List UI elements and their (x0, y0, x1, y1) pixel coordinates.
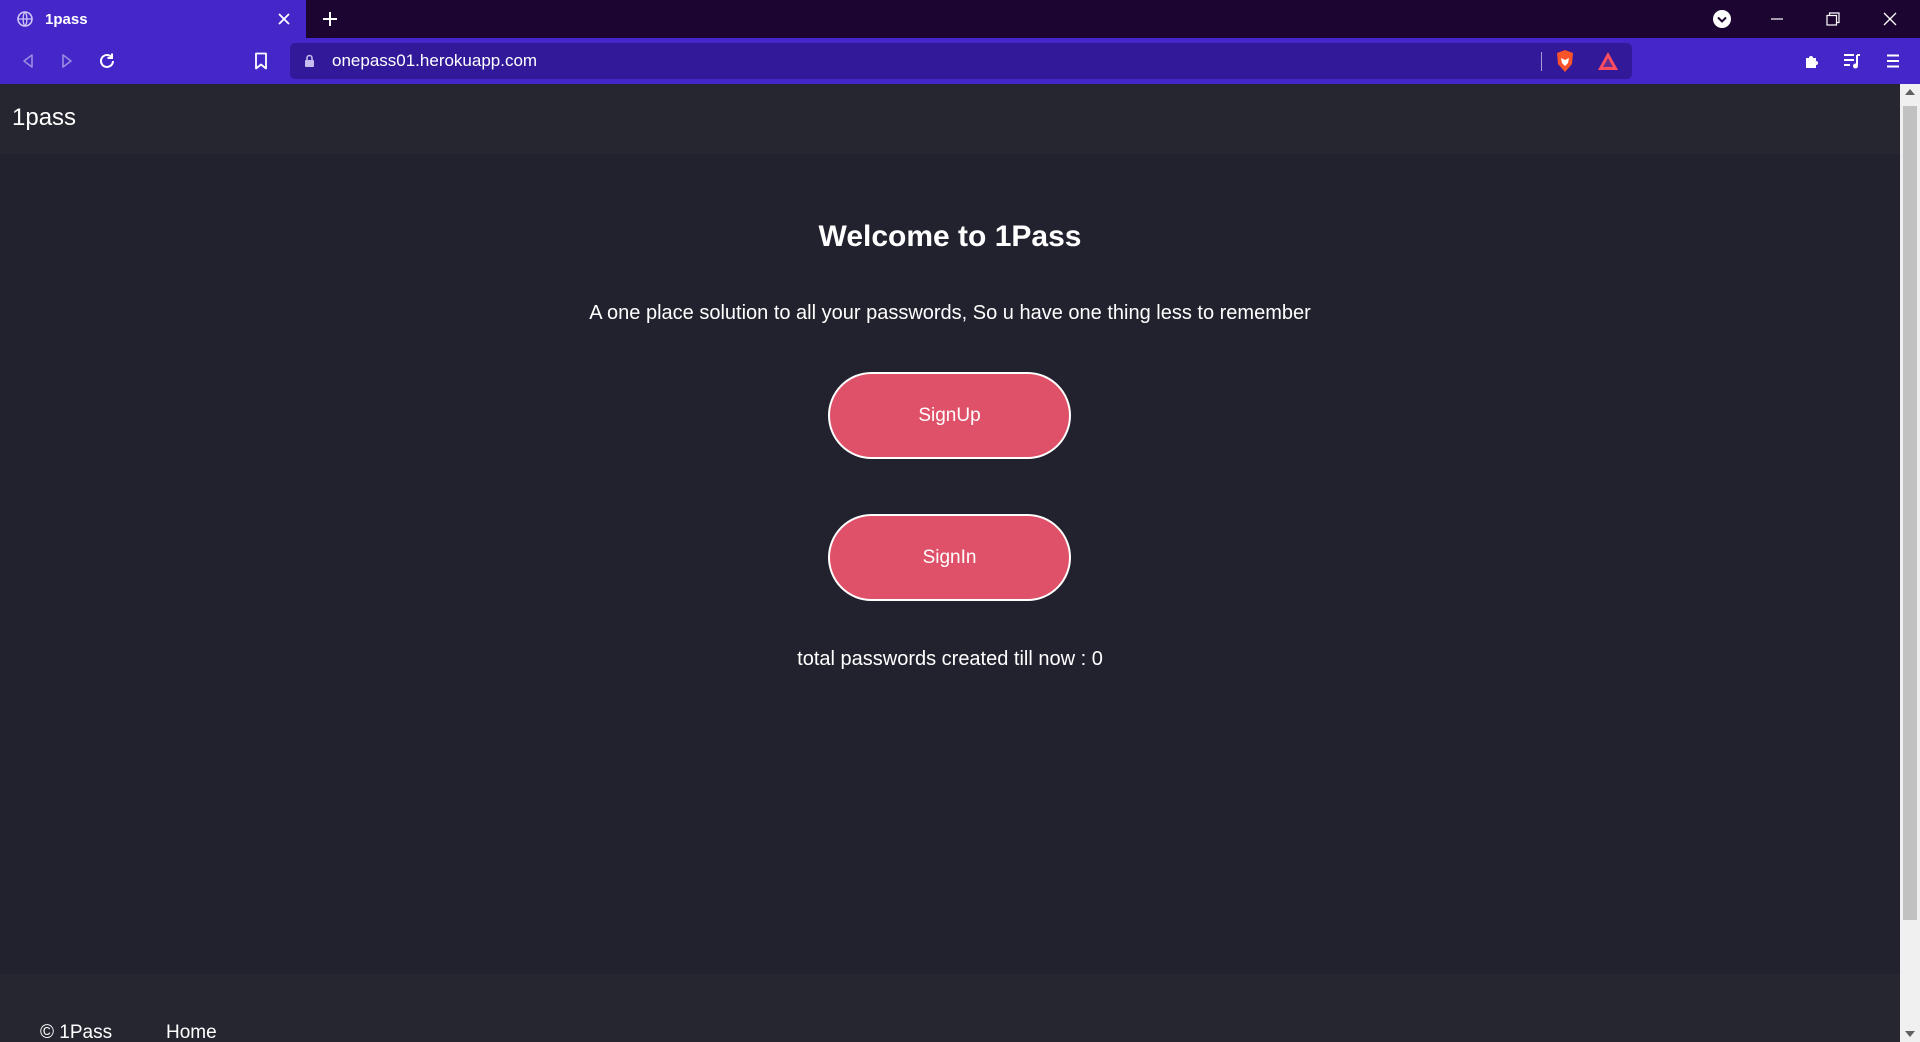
site-footer: © 1Pass Home (0, 974, 1900, 1042)
address-bar[interactable]: onepass01.herokuapp.com (290, 43, 1632, 79)
restore-icon[interactable] (1819, 6, 1847, 32)
signup-button[interactable]: SignUp (828, 372, 1071, 459)
tab-search-icon[interactable] (1708, 6, 1736, 32)
browser-tab-active[interactable]: 1pass (0, 0, 306, 38)
browser-tabstrip: 1pass (0, 0, 1920, 38)
tab-title: 1pass (45, 10, 88, 28)
forward-icon[interactable] (53, 47, 81, 75)
brave-shield-icon[interactable] (1554, 49, 1576, 78)
minimize-icon[interactable] (1763, 6, 1791, 32)
brave-rewards-icon[interactable] (1596, 50, 1620, 77)
footer-copyright: © 1Pass (40, 1022, 113, 1042)
close-tab-icon[interactable] (274, 9, 294, 29)
footer-home-link[interactable]: Home (166, 1022, 217, 1042)
site-navbar: 1pass (0, 84, 1900, 154)
close-window-icon[interactable] (1876, 6, 1904, 32)
menu-icon[interactable] (1879, 47, 1907, 75)
lock-icon (304, 54, 315, 73)
brand-logo-link[interactable]: 1pass (12, 104, 76, 132)
address-url: onepass01.herokuapp.com (332, 51, 538, 70)
page-title: Welcome to 1Pass (818, 220, 1082, 253)
reload-icon[interactable] (93, 47, 121, 75)
omnibox-divider (1541, 52, 1542, 71)
passwords-count-text: total passwords created till now : 0 (797, 648, 1103, 670)
extensions-icon[interactable] (1798, 47, 1826, 75)
signin-button[interactable]: SignIn (828, 514, 1071, 601)
hero-section: Welcome to 1Pass A one place solution to… (0, 154, 1900, 974)
page-viewport: 1pass Welcome to 1Pass A one place solut… (0, 84, 1900, 1042)
scrollbar-thumb[interactable] (1903, 106, 1917, 920)
media-playlist-icon[interactable] (1838, 47, 1866, 75)
scroll-up-arrow-icon[interactable] (1905, 89, 1915, 95)
bookmark-icon[interactable] (247, 47, 275, 75)
browser-toolbar: onepass01.herokuapp.com (0, 38, 1920, 84)
globe-icon (16, 10, 34, 28)
page-scrollbar[interactable] (1900, 84, 1920, 1042)
new-tab-button[interactable] (318, 7, 342, 31)
back-icon[interactable] (14, 47, 42, 75)
scroll-down-arrow-icon[interactable] (1905, 1031, 1915, 1037)
tagline: A one place solution to all your passwor… (589, 302, 1311, 324)
